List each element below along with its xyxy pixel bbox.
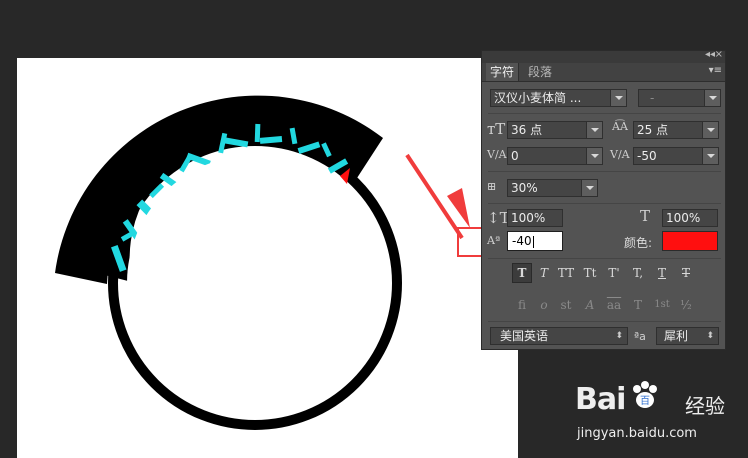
- antialias-icon: ªa: [634, 330, 646, 343]
- tracking-icon: V/A: [610, 148, 630, 161]
- font-style-select[interactable]: -: [638, 89, 721, 107]
- watermark-brand-suffix: 百: [640, 395, 650, 407]
- faux-bold-button[interactable]: T: [512, 263, 532, 283]
- font-size-field[interactable]: 36 点: [507, 121, 603, 139]
- tsume-icon: ⊞: [487, 180, 497, 193]
- titling-alternates-button[interactable]: aa: [604, 295, 624, 315]
- font-style-value: -: [650, 91, 655, 105]
- subscript-button[interactable]: T,: [628, 263, 648, 283]
- all-caps-button[interactable]: TT: [556, 263, 576, 283]
- opentype-buttons: fi o st A aa T 1st ½: [482, 295, 725, 319]
- faux-italic-button[interactable]: T: [534, 263, 554, 283]
- language-select[interactable]: 美国英语 ⬍: [490, 327, 628, 345]
- divider: [488, 203, 721, 204]
- chevron-down-icon[interactable]: [702, 122, 718, 138]
- leading-icon: A͡A: [612, 120, 628, 133]
- divider: [488, 258, 721, 259]
- color-label: 颜色:: [624, 236, 653, 250]
- horizontal-scale-icon: T: [640, 207, 651, 225]
- language-value: 美国英语: [500, 329, 549, 343]
- tab-character[interactable]: 字符: [486, 63, 520, 81]
- updown-icon: ⬍: [615, 331, 623, 341]
- panel-menu-icon[interactable]: ▾≡: [709, 65, 722, 76]
- small-caps-button[interactable]: Tt: [580, 263, 600, 283]
- chevron-down-icon[interactable]: [586, 122, 602, 138]
- tracking-field[interactable]: -50: [633, 147, 719, 165]
- updown-icon: ⬍: [706, 331, 714, 341]
- ordinals-button[interactable]: 1st: [652, 295, 672, 315]
- watermark-brand: Bai: [575, 382, 626, 417]
- chevron-down-icon[interactable]: [586, 148, 602, 164]
- ligature-button[interactable]: fi: [512, 295, 532, 315]
- paw-logo-icon: 百: [633, 381, 657, 408]
- seal-artwork: [55, 95, 464, 430]
- font-family-value: 汉仪小麦体简 ...: [494, 91, 582, 105]
- color-swatch[interactable]: [662, 231, 718, 251]
- antialias-select[interactable]: 犀利 ⬍: [656, 327, 719, 345]
- swash-button[interactable]: st: [556, 295, 576, 315]
- antialias-value: 犀利: [664, 329, 689, 343]
- horizontal-scale-field[interactable]: 100%: [662, 209, 718, 227]
- watermark: Bai 百 经验 jingyan.baidu.com: [575, 376, 748, 458]
- chevron-down-icon[interactable]: [581, 180, 597, 196]
- leading-field[interactable]: 25 点: [633, 121, 719, 139]
- discretionary-ligature-button[interactable]: o: [534, 295, 554, 315]
- vertical-scale-value: 100%: [511, 211, 546, 225]
- stylistic-alternates-button[interactable]: A: [580, 295, 600, 315]
- vertical-scale-field[interactable]: 100%: [507, 209, 563, 227]
- underline-button[interactable]: T: [652, 263, 672, 283]
- chevron-down-icon[interactable]: [704, 90, 720, 106]
- baseline-shift-value: -40: [512, 234, 532, 248]
- baseline-shift-icon: Aª: [487, 234, 501, 247]
- fractions-button[interactable]: ½: [676, 295, 696, 315]
- text-caret: [532, 235, 534, 248]
- divider: [488, 171, 721, 172]
- kerning-value: 0: [511, 149, 519, 163]
- divider: [488, 321, 721, 322]
- tracking-value: -50: [637, 149, 657, 163]
- tsume-value: 30%: [511, 181, 538, 195]
- superscript-button[interactable]: T': [604, 263, 624, 283]
- watermark-site-name: 经验: [685, 394, 725, 418]
- character-panel: ◂◂ × 字符 段落 ▾≡ 汉仪小麦体简 ... - ᴛT 36 点 A͡A 2…: [481, 49, 726, 350]
- font-size-icon: ᴛT: [487, 120, 506, 138]
- leading-value: 25 点: [637, 123, 669, 137]
- inner-fill: [127, 155, 383, 411]
- horizontal-scale-value: 100%: [666, 211, 701, 225]
- kerning-field[interactable]: 0: [507, 147, 603, 165]
- font-family-select[interactable]: 汉仪小麦体简 ...: [490, 89, 627, 107]
- chevron-down-icon[interactable]: [702, 148, 718, 164]
- ornaments-button[interactable]: T: [628, 295, 648, 315]
- panel-titlebar[interactable]: ◂◂ ×: [482, 49, 725, 63]
- tab-paragraph[interactable]: 段落: [524, 63, 556, 81]
- watermark-url: jingyan.baidu.com: [577, 426, 697, 441]
- divider: [488, 113, 721, 114]
- close-icon[interactable]: ×: [715, 49, 723, 60]
- collapse-icon[interactable]: ◂◂: [705, 49, 715, 60]
- type-style-buttons: T T TT Tt T' T, T T: [482, 263, 725, 287]
- tsume-field[interactable]: 30%: [507, 179, 598, 197]
- kerning-icon: V/A: [487, 148, 507, 161]
- document-canvas[interactable]: [17, 58, 518, 458]
- panel-tabs: 字符 段落 ▾≡: [482, 63, 725, 82]
- strikethrough-button[interactable]: T: [676, 263, 696, 283]
- annotation-arrow: [405, 153, 464, 240]
- baseline-shift-input[interactable]: -40: [507, 231, 563, 251]
- font-size-value: 36 点: [511, 123, 543, 137]
- chevron-down-icon[interactable]: [610, 90, 626, 106]
